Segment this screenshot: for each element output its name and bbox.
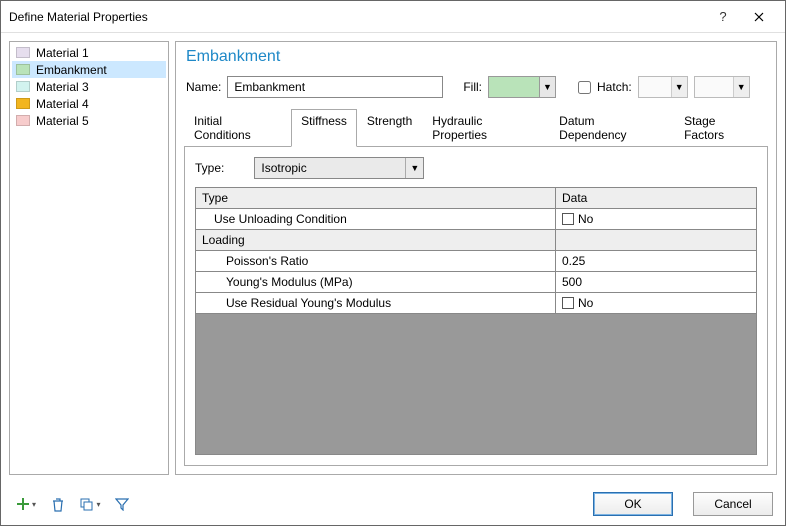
grid-section-row: Loading: [196, 230, 756, 251]
material-list-label: Material 5: [36, 114, 89, 128]
tab-datum-dependency[interactable]: Datum Dependency: [549, 109, 674, 147]
material-swatch: [16, 98, 30, 109]
material-title: Embankment: [184, 48, 768, 66]
material-list-item[interactable]: Material 1: [12, 44, 166, 61]
grid-cell-data[interactable]: 500: [556, 272, 756, 292]
material-swatch: [16, 64, 30, 75]
fill-swatch: [489, 77, 539, 97]
hatch-checkbox-input[interactable]: [578, 81, 591, 94]
tab-hydraulic-properties[interactable]: Hydraulic Properties: [422, 109, 549, 147]
add-material-button[interactable]: ▾: [13, 492, 39, 516]
material-swatch: [16, 115, 30, 126]
grid-row[interactable]: Poisson's Ratio 0.25: [196, 251, 756, 272]
filter-icon: [115, 497, 129, 511]
material-list-item[interactable]: Material 3: [12, 78, 166, 95]
name-row: Name: Fill: ▼ Hatch: ▼ ▼: [184, 76, 768, 98]
grid-cell-value: No: [578, 296, 593, 310]
fill-label: Fill:: [463, 80, 482, 94]
material-list-label: Embankment: [36, 63, 107, 77]
col-header-data: Data: [556, 188, 756, 208]
type-value: Isotropic: [261, 161, 306, 175]
chevron-down-icon: ▾: [32, 500, 36, 509]
grid-cell-data[interactable]: No: [556, 293, 756, 313]
stiffness-tab-body: Type: Isotropic ▼ Type Data Use Unloadin…: [184, 147, 768, 466]
tab-stiffness[interactable]: Stiffness: [291, 109, 357, 147]
checkbox-icon: [562, 213, 574, 225]
hatch-pattern-select[interactable]: ▼: [638, 76, 688, 98]
footer: ▾ ▾ OK Cancel: [1, 483, 785, 525]
tab-initial-conditions[interactable]: Initial Conditions: [184, 109, 291, 147]
grid-row[interactable]: Use Residual Young's Modulus No: [196, 293, 756, 314]
checkbox-icon: [562, 297, 574, 309]
material-list-item[interactable]: Material 5: [12, 112, 166, 129]
hatch-checkbox[interactable]: Hatch:: [574, 78, 632, 97]
grid-cell-label: Poisson's Ratio: [196, 251, 556, 271]
type-row: Type: Isotropic ▼: [195, 157, 757, 179]
grid-row[interactable]: Young's Modulus (MPa) 500: [196, 272, 756, 293]
material-list-label: Material 3: [36, 80, 89, 94]
ok-button[interactable]: OK: [593, 492, 673, 516]
fill-select[interactable]: ▼: [488, 76, 556, 98]
grid-row[interactable]: Use Unloading Condition No: [196, 209, 756, 230]
filter-button[interactable]: [109, 492, 135, 516]
tab-strength[interactable]: Strength: [357, 109, 422, 147]
main-panel: Embankment Name: Fill: ▼ Hatch: ▼: [175, 41, 777, 475]
name-label: Name:: [186, 80, 221, 94]
type-label: Type:: [195, 161, 224, 175]
grid-cell-label: Loading: [196, 230, 556, 250]
material-list-label: Material 4: [36, 97, 89, 111]
grid-cell-label: Use Residual Young's Modulus: [196, 293, 556, 313]
hatch-label: Hatch:: [597, 80, 632, 94]
type-select[interactable]: Isotropic ▼: [254, 157, 424, 179]
chevron-down-icon: ▼: [733, 77, 749, 97]
material-list-item[interactable]: Embankment: [12, 61, 166, 78]
help-button[interactable]: ?: [705, 5, 741, 29]
cancel-button[interactable]: Cancel: [693, 492, 773, 516]
close-icon: [754, 12, 764, 22]
grid-cell-data[interactable]: 0.25: [556, 251, 756, 271]
grid-cell-label: Young's Modulus (MPa): [196, 272, 556, 292]
delete-material-button[interactable]: [45, 492, 71, 516]
copy-icon: [79, 497, 94, 512]
chevron-down-icon: ▼: [671, 77, 687, 97]
material-list: Material 1 Embankment Material 3 Material 4…: [9, 41, 169, 475]
grid-cell-data: [556, 230, 756, 250]
tabs: Initial ConditionsStiffnessStrengthHydra…: [184, 108, 768, 147]
grid-cell-label: Use Unloading Condition: [196, 209, 556, 229]
material-list-item[interactable]: Material 4: [12, 95, 166, 112]
trash-icon: [51, 497, 65, 512]
chevron-down-icon: ▼: [539, 77, 555, 97]
plus-icon: [16, 497, 30, 511]
grid-cell-value: No: [578, 212, 593, 226]
grid-cell-data[interactable]: No: [556, 209, 756, 229]
col-header-type: Type: [196, 188, 556, 208]
dialog: Define Material Properties ? Material 1 E…: [0, 0, 786, 526]
material-swatch: [16, 47, 30, 58]
grid-empty-area: [196, 314, 756, 454]
grid-cell-value: 0.25: [562, 254, 585, 268]
tab-stage-factors[interactable]: Stage Factors: [674, 109, 768, 147]
material-list-label: Material 1: [36, 46, 89, 60]
hatch-color-select[interactable]: ▼: [694, 76, 750, 98]
grid-cell-value: 500: [562, 275, 582, 289]
window-title: Define Material Properties: [9, 10, 148, 24]
titlebar: Define Material Properties ?: [1, 1, 785, 33]
dialog-body: Material 1 Embankment Material 3 Material 4…: [1, 33, 785, 483]
chevron-down-icon: ▼: [405, 158, 423, 178]
name-input[interactable]: [227, 76, 443, 98]
chevron-down-icon: ▾: [96, 500, 100, 509]
copy-material-button[interactable]: ▾: [77, 492, 103, 516]
grid-header: Type Data: [196, 188, 756, 209]
material-swatch: [16, 81, 30, 92]
stiffness-grid: Type Data Use Unloading Condition No Loadi…: [195, 187, 757, 455]
close-button[interactable]: [741, 5, 777, 29]
